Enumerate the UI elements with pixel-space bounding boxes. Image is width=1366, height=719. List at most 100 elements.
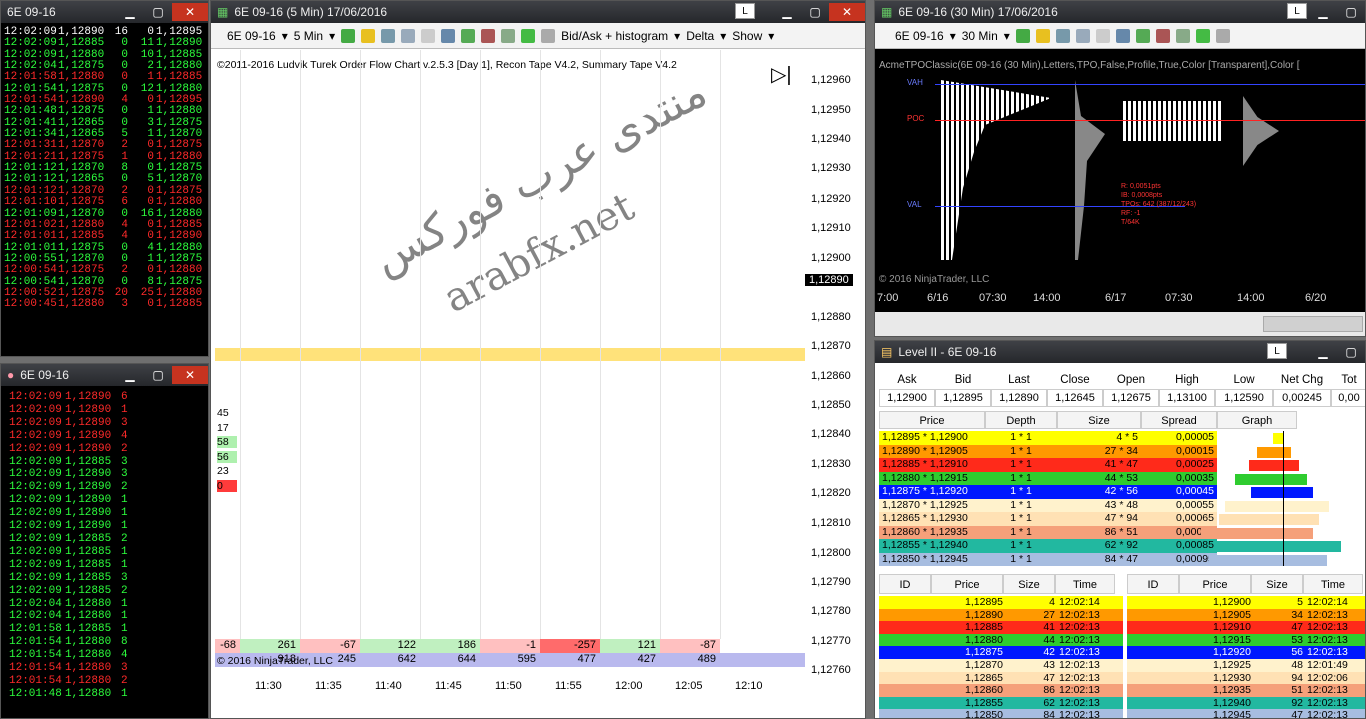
chevron-down-icon[interactable]: ▾ bbox=[674, 29, 680, 43]
strategy-icon[interactable] bbox=[481, 28, 496, 43]
minimize-icon[interactable]: ▁ bbox=[1309, 3, 1337, 21]
scroll-end-icon[interactable]: ▷| bbox=[771, 62, 792, 87]
pencil-icon[interactable] bbox=[361, 28, 376, 43]
chevron-down-icon[interactable]: ▾ bbox=[329, 29, 335, 43]
pointer-icon[interactable] bbox=[421, 28, 436, 43]
search-icon[interactable] bbox=[1115, 28, 1130, 43]
instrument-selector[interactable]: 6E 09-16 bbox=[895, 29, 944, 43]
delta-dropdown[interactable]: Delta bbox=[686, 29, 714, 43]
data-box-icon[interactable] bbox=[1215, 28, 1230, 43]
instrument-selector[interactable]: 6E 09-16 bbox=[227, 29, 276, 43]
book-price: 1,12915 bbox=[1213, 633, 1251, 646]
grid-line bbox=[240, 50, 241, 639]
tape-cell: 0 bbox=[147, 298, 154, 311]
chevron-down-icon[interactable]: ▾ bbox=[282, 29, 288, 43]
template-icon[interactable] bbox=[1175, 28, 1190, 43]
quote-value: 1,12675 bbox=[1103, 389, 1159, 407]
data-box-icon[interactable] bbox=[541, 28, 556, 43]
quote-header: Tot bbox=[1341, 374, 1357, 386]
maximize-icon[interactable]: ▢ bbox=[144, 3, 172, 21]
bar-style-icon[interactable] bbox=[341, 28, 356, 43]
show-dropdown[interactable]: Show bbox=[732, 29, 762, 43]
depth-cell: 4 * 5 bbox=[1057, 431, 1141, 445]
minimize-icon[interactable]: ▁ bbox=[1309, 343, 1337, 361]
volume-profile-1 bbox=[1075, 80, 1105, 260]
volume-cell: 595 bbox=[517, 653, 536, 665]
title-bar[interactable]: 6E 09-16 ▁ ▢ ✕ bbox=[1, 1, 208, 23]
dollar-icon[interactable] bbox=[1195, 28, 1210, 43]
interval-selector[interactable]: 5 Min bbox=[294, 29, 323, 43]
title-bar[interactable]: ▤ Level II - 6E 09-16 L ▁ ▢ bbox=[875, 341, 1365, 363]
title-bar[interactable]: ● 6E 09-16 ▁ ▢ ✕ bbox=[1, 364, 208, 386]
quote-header: Net Chg bbox=[1280, 374, 1324, 386]
zoom-icon[interactable] bbox=[1075, 28, 1090, 43]
depth-graph-bar bbox=[1201, 527, 1313, 539]
maximize-icon[interactable]: ▢ bbox=[801, 3, 829, 21]
title-bar[interactable]: ▦ 6E 09-16 (30 Min) 17/06/2016 L ▁ ▢ bbox=[875, 1, 1365, 23]
quote-value: 1,13100 bbox=[1159, 389, 1215, 407]
tape-row: 12:02:09 1,12890 6 bbox=[9, 391, 208, 404]
time-tick: 11:35 bbox=[315, 680, 342, 692]
strategy-icon[interactable] bbox=[1155, 28, 1170, 43]
time-tick: 11:55 bbox=[555, 680, 582, 692]
maximize-icon[interactable]: ▢ bbox=[1337, 3, 1365, 21]
tape-price: 1,12880 bbox=[65, 597, 112, 610]
tape-row: 12:00:45 1,12880 3 0 1,12885 bbox=[4, 298, 208, 311]
price-tick: 1,12850 bbox=[811, 399, 851, 411]
delta-cell: -87 bbox=[660, 639, 720, 653]
mode-dropdown[interactable]: Bid/Ask + histogram bbox=[561, 29, 668, 43]
bar-style-icon[interactable] bbox=[1015, 28, 1030, 43]
time-tick: 6/16 bbox=[927, 292, 949, 304]
maximize-icon[interactable]: ▢ bbox=[144, 366, 172, 384]
volume-cell: 427 bbox=[637, 653, 656, 665]
tape-price: 1,12885 bbox=[65, 558, 112, 571]
minimize-icon[interactable]: ▁ bbox=[116, 366, 144, 384]
time-axis: 7:00 6/16 07:30 14:00 6/17 07:30 14:00 6/20 bbox=[875, 292, 1365, 308]
left-value: 45 bbox=[217, 407, 229, 419]
crosshair-icon[interactable] bbox=[1055, 28, 1070, 43]
tpo-plot[interactable]: AcmeTPOClassic(6E 09-16 (30 Min),Letters… bbox=[875, 56, 1365, 310]
pencil-icon[interactable] bbox=[1035, 28, 1050, 43]
chevron-down-icon[interactable]: ▾ bbox=[1004, 29, 1010, 43]
chart-plot[interactable]: ©2011-2016 Ludvik Turek Order Flow Chart… bbox=[215, 50, 805, 718]
depth-cell: 1,12880 * 1,12915 bbox=[879, 471, 985, 485]
close-icon[interactable]: ✕ bbox=[172, 3, 208, 21]
title-bar[interactable]: ▦ 6E 09-16 (5 Min) 17/06/2016 L ▁ ▢ ✕ bbox=[211, 1, 865, 23]
tape-price: 1,12890 bbox=[65, 416, 112, 429]
maximize-icon[interactable]: ▢ bbox=[1337, 343, 1365, 361]
link-button[interactable]: L bbox=[1267, 343, 1287, 359]
grid-line bbox=[600, 50, 601, 639]
book-time: 12:02:13 bbox=[1059, 659, 1100, 671]
book-price: 1,12920 bbox=[1213, 646, 1251, 659]
chevron-down-icon[interactable]: ▾ bbox=[950, 29, 956, 43]
zoom-icon[interactable] bbox=[401, 28, 416, 43]
dollar-icon[interactable] bbox=[521, 28, 536, 43]
crosshair-icon[interactable] bbox=[381, 28, 396, 43]
link-button[interactable]: L bbox=[1287, 3, 1307, 19]
chevron-down-icon[interactable]: ▾ bbox=[720, 29, 726, 43]
indicator-icon[interactable] bbox=[1135, 28, 1150, 43]
time-tick: 6/20 bbox=[1305, 292, 1327, 304]
tape-time: 12:02:09 bbox=[9, 558, 62, 571]
book-time: 12:02:13 bbox=[1059, 608, 1100, 621]
chevron-down-icon[interactable]: ▾ bbox=[768, 29, 774, 43]
chart-toolbar: 6E 09-16 ▾ 5 Min ▾ Bid/Ask + histogram ▾ De… bbox=[211, 23, 865, 49]
depth-header: Price bbox=[879, 411, 985, 429]
tape-row: 12:02:04 1,12880 1 bbox=[9, 598, 208, 611]
indicator-icon[interactable] bbox=[461, 28, 476, 43]
search-icon[interactable] bbox=[441, 28, 456, 43]
minimize-icon[interactable]: ▁ bbox=[773, 3, 801, 21]
book-price: 1,12850 bbox=[965, 709, 1003, 719]
close-icon[interactable]: ✕ bbox=[829, 3, 865, 21]
horizontal-scrollbar[interactable] bbox=[875, 312, 1365, 336]
pointer-icon[interactable] bbox=[1095, 28, 1110, 43]
link-button[interactable]: L bbox=[735, 3, 755, 19]
minimize-icon[interactable]: ▁ bbox=[116, 3, 144, 21]
depth-graph-bar bbox=[1251, 487, 1313, 498]
tape-row: 12:02:09 1,12890 1 bbox=[9, 494, 208, 507]
close-icon[interactable]: ✕ bbox=[172, 366, 208, 384]
book-time: 12:02:13 bbox=[1059, 633, 1100, 646]
tape-row: 12:02:09 1,12885 2 bbox=[9, 585, 208, 598]
interval-selector[interactable]: 30 Min bbox=[962, 29, 998, 43]
template-icon[interactable] bbox=[501, 28, 516, 43]
